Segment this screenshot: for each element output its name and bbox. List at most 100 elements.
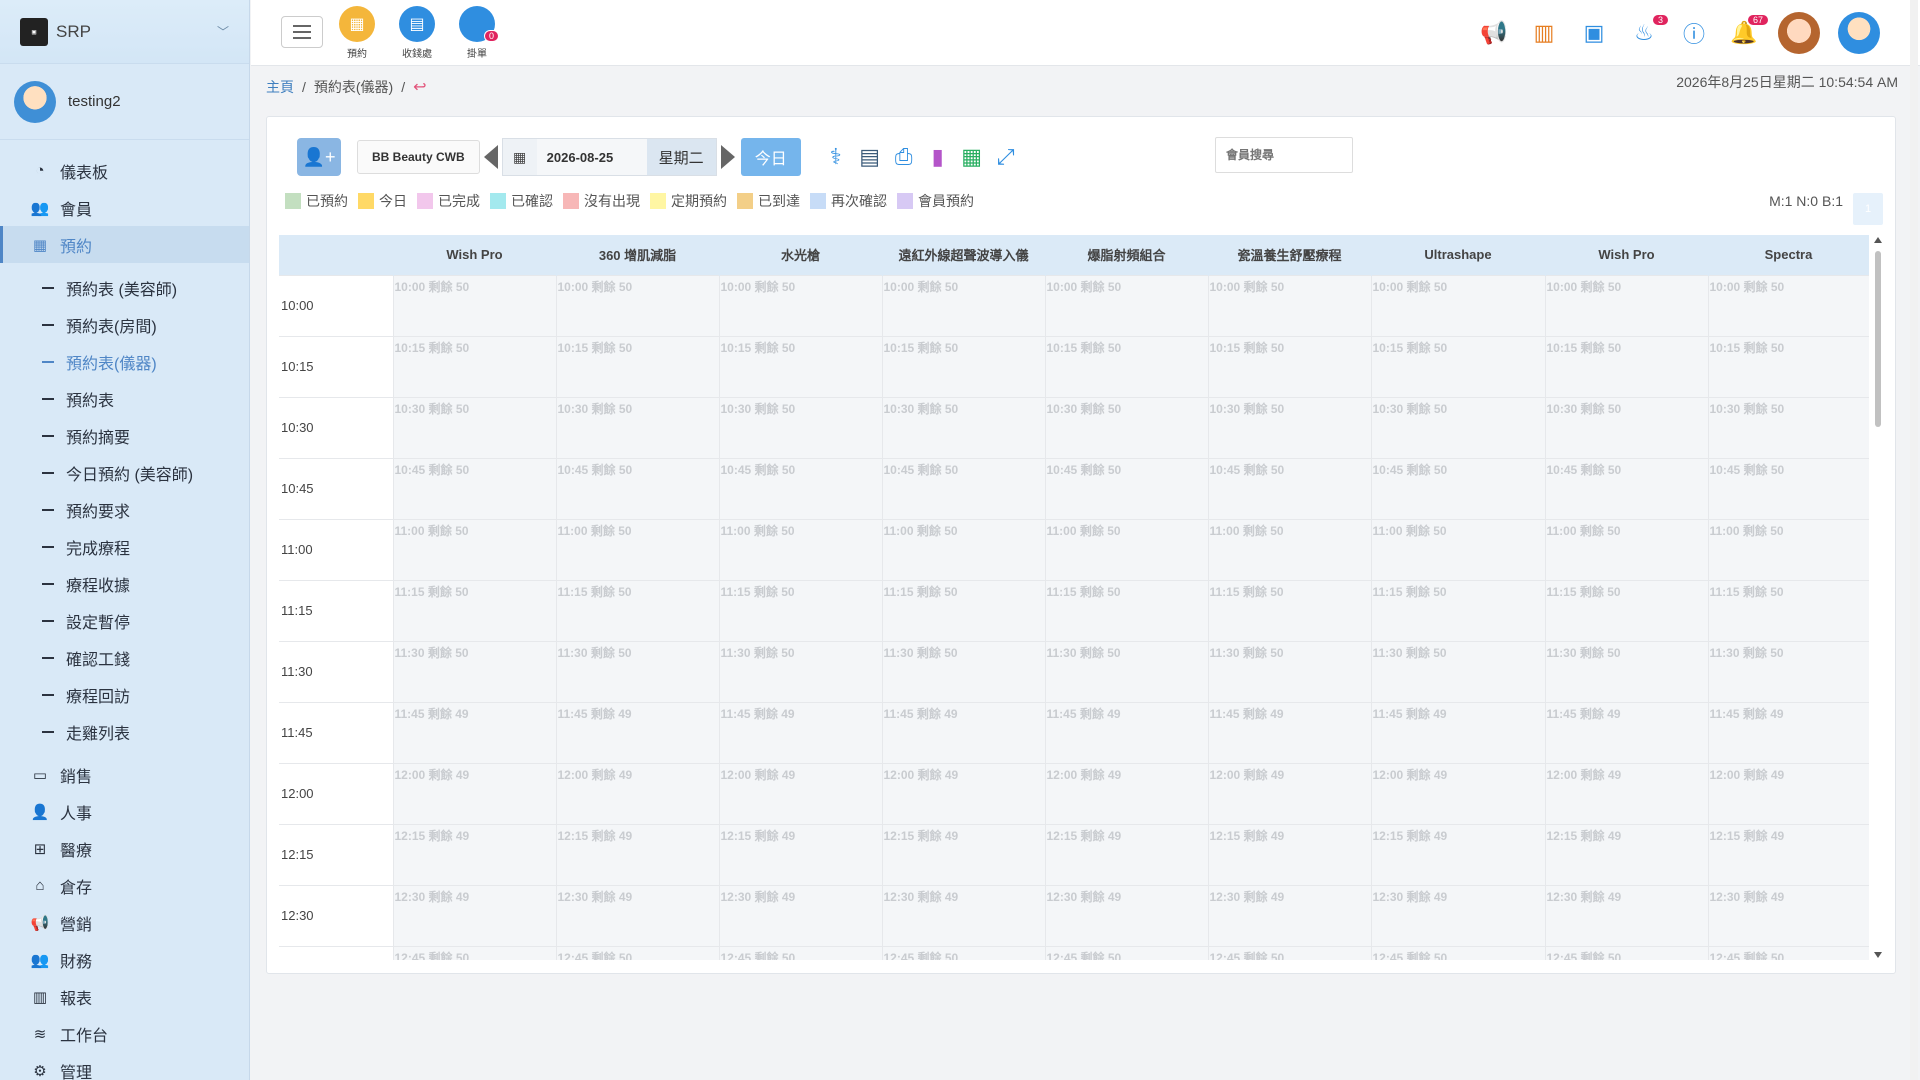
- schedule-slot[interactable]: 12:00 剩餘 49: [718, 762, 883, 825]
- schedule-slot[interactable]: 10:15 剩餘 50: [1544, 335, 1709, 398]
- schedule-slot[interactable]: 11:30 剩餘 50: [1707, 640, 1869, 703]
- schedule-slot[interactable]: 12:45 剩餘 50: [1544, 945, 1709, 960]
- schedule-slot[interactable]: 12:15 剩餘 49: [1044, 823, 1209, 886]
- branch-select[interactable]: BB Beauty CWB: [357, 140, 480, 174]
- grid-scrollbar[interactable]: [1871, 235, 1885, 960]
- sidebar-item-finance[interactable]: 👥 財務: [0, 941, 249, 978]
- sidebar-item-hr[interactable]: 👤 人事: [0, 793, 249, 830]
- schedule-slot[interactable]: 12:45 剩餘 50: [392, 945, 557, 960]
- chevron-down-icon[interactable]: ﹀: [217, 23, 229, 40]
- submenu-item[interactable]: 預約要求: [0, 491, 249, 528]
- sidebar-item-workbench[interactable]: ≋ 工作台: [0, 1015, 249, 1052]
- schedule-slot[interactable]: 12:30 剩餘 49: [1207, 884, 1372, 947]
- scrollbar-thumb[interactable]: [1875, 251, 1881, 427]
- schedule-slot[interactable]: 12:00 剩餘 49: [1044, 762, 1209, 825]
- sidebar-item-admin[interactable]: ⚙ 管理: [0, 1052, 249, 1080]
- schedule-slot[interactable]: 10:30 剩餘 50: [1544, 396, 1709, 459]
- schedule-slot[interactable]: 11:15 剩餘 50: [1370, 579, 1546, 642]
- schedule-slot[interactable]: 10:15 剩餘 50: [392, 335, 557, 398]
- page-button[interactable]: 1: [1853, 193, 1883, 225]
- date-value[interactable]: 2026-08-25: [536, 139, 647, 175]
- schedule-slot[interactable]: 12:45 剩餘 50: [1370, 945, 1546, 960]
- menu-toggle-button[interactable]: [281, 16, 323, 48]
- add-member-button[interactable]: 👤+: [297, 138, 341, 176]
- schedule-slot[interactable]: 11:00 剩餘 50: [881, 518, 1046, 581]
- schedule-slot[interactable]: 12:00 剩餘 49: [392, 762, 557, 825]
- schedule-slot[interactable]: 11:15 剩餘 50: [1544, 579, 1709, 642]
- schedule-slot[interactable]: 12:30 剩餘 49: [392, 884, 557, 947]
- schedule-slot[interactable]: 10:30 剩餘 50: [881, 396, 1046, 459]
- breadcrumb-home[interactable]: 主頁: [266, 77, 294, 97]
- schedule-slot[interactable]: 10:30 剩餘 50: [392, 396, 557, 459]
- calendar-grid-icon[interactable]: ▦: [957, 140, 987, 174]
- next-day-button[interactable]: [720, 145, 735, 169]
- schedule-slot[interactable]: 12:30 剩餘 49: [1370, 884, 1546, 947]
- schedule-slot[interactable]: 11:30 剩餘 50: [1544, 640, 1709, 703]
- sidebar-item-marketing[interactable]: 📢 營銷: [0, 904, 249, 941]
- schedule-slot[interactable]: 11:30 剩餘 50: [1044, 640, 1209, 703]
- schedule-slot[interactable]: 11:45 剩餘 49: [1207, 701, 1372, 764]
- submenu-item[interactable]: 確認工錢: [0, 639, 249, 676]
- today-button[interactable]: 今日: [740, 138, 801, 176]
- schedule-slot[interactable]: 11:45 剩餘 49: [881, 701, 1046, 764]
- date-picker[interactable]: ▦ 2026-08-25 星期二: [501, 138, 717, 176]
- schedule-slot[interactable]: 10:45 剩餘 50: [1544, 457, 1709, 520]
- schedule-slot[interactable]: 12:00 剩餘 49: [555, 762, 720, 825]
- submenu-item[interactable]: 療程回訪: [0, 676, 249, 713]
- schedule-slot[interactable]: 10:45 剩餘 50: [1707, 457, 1869, 520]
- schedule-slot[interactable]: 11:45 剩餘 49: [718, 701, 883, 764]
- schedule-slot[interactable]: 12:15 剩餘 49: [1370, 823, 1546, 886]
- schedule-slot[interactable]: 11:00 剩餘 50: [1207, 518, 1372, 581]
- submenu-item[interactable]: 預約表(房間): [0, 306, 249, 343]
- schedule-slot[interactable]: 10:00 剩餘 50: [718, 274, 883, 337]
- schedule-slot[interactable]: 10:45 剩餘 50: [392, 457, 557, 520]
- schedule-slot[interactable]: 10:45 剩餘 50: [555, 457, 720, 520]
- submenu-item[interactable]: 預約摘要: [0, 417, 249, 454]
- schedule-slot[interactable]: 10:15 剩餘 50: [1207, 335, 1372, 398]
- schedule-slot[interactable]: 10:00 剩餘 50: [1370, 274, 1546, 337]
- schedule-slot[interactable]: 10:00 剩餘 50: [1044, 274, 1209, 337]
- expand-icon[interactable]: ⤢: [991, 140, 1021, 174]
- schedule-slot[interactable]: 11:15 剩餘 50: [555, 579, 720, 642]
- schedule-slot[interactable]: 10:00 剩餘 50: [1544, 274, 1709, 337]
- schedule-slot[interactable]: 10:00 剩餘 50: [881, 274, 1046, 337]
- schedule-slot[interactable]: 10:15 剩餘 50: [1370, 335, 1546, 398]
- girl-avatar-icon[interactable]: [1778, 12, 1820, 54]
- schedule-slot[interactable]: 12:45 剩餘 50: [718, 945, 883, 960]
- schedule-slot[interactable]: 11:15 剩餘 50: [1207, 579, 1372, 642]
- schedule-slot[interactable]: 11:30 剩餘 50: [555, 640, 720, 703]
- schedule-slot[interactable]: 11:00 剩餘 50: [718, 518, 883, 581]
- schedule-slot[interactable]: 10:45 剩餘 50: [718, 457, 883, 520]
- schedule-slot[interactable]: 12:30 剩餘 49: [881, 884, 1046, 947]
- schedule-slot[interactable]: 11:00 剩餘 50: [392, 518, 557, 581]
- schedule-slot[interactable]: 12:15 剩餘 49: [1544, 823, 1709, 886]
- info-icon[interactable]: ⓘ: [1678, 13, 1710, 53]
- schedule-slot[interactable]: 12:45 剩餘 50: [881, 945, 1046, 960]
- schedule-slot[interactable]: 12:30 剩餘 49: [1707, 884, 1869, 947]
- schedule-slot[interactable]: 11:15 剩餘 50: [1707, 579, 1869, 642]
- schedule-slot[interactable]: 12:45 剩餘 50: [555, 945, 720, 960]
- schedule-slot[interactable]: 11:45 剩餘 49: [1370, 701, 1546, 764]
- schedule-slot[interactable]: 11:00 剩餘 50: [555, 518, 720, 581]
- sidebar-item-members[interactable]: 👥 會員: [0, 189, 249, 226]
- brand[interactable]: ▣ SRP ﹀: [0, 0, 249, 64]
- scroll-up-icon[interactable]: [1874, 237, 1882, 243]
- sidebar-item-sales[interactable]: ▭ 銷售: [0, 756, 249, 793]
- schedule-slot[interactable]: 11:30 剩餘 50: [881, 640, 1046, 703]
- schedule-slot[interactable]: 12:00 剩餘 49: [1544, 762, 1709, 825]
- schedule-slot[interactable]: 10:30 剩餘 50: [1044, 396, 1209, 459]
- schedule-slot[interactable]: 11:00 剩餘 50: [1707, 518, 1869, 581]
- schedule-slot[interactable]: 10:15 剩餘 50: [1044, 335, 1209, 398]
- submenu-item[interactable]: 療程收據: [0, 565, 249, 602]
- schedule-slot[interactable]: 12:30 剩餘 49: [1044, 884, 1209, 947]
- schedule-slot[interactable]: 10:00 剩餘 50: [1207, 274, 1372, 337]
- schedule-slot[interactable]: 11:45 剩餘 49: [1044, 701, 1209, 764]
- megaphone-icon[interactable]: 📢: [1478, 13, 1510, 53]
- schedule-slot[interactable]: 10:00 剩餘 50: [392, 274, 557, 337]
- printer-icon[interactable]: ⎙: [889, 140, 919, 174]
- schedule-slot[interactable]: 12:45 剩餘 50: [1707, 945, 1869, 960]
- schedule-slot[interactable]: 11:15 剩餘 50: [881, 579, 1046, 642]
- schedule-slot[interactable]: 10:15 剩餘 50: [555, 335, 720, 398]
- quick-cashier-button[interactable]: ▤ 收錢處: [399, 6, 435, 60]
- submenu-item[interactable]: 預約表: [0, 380, 249, 417]
